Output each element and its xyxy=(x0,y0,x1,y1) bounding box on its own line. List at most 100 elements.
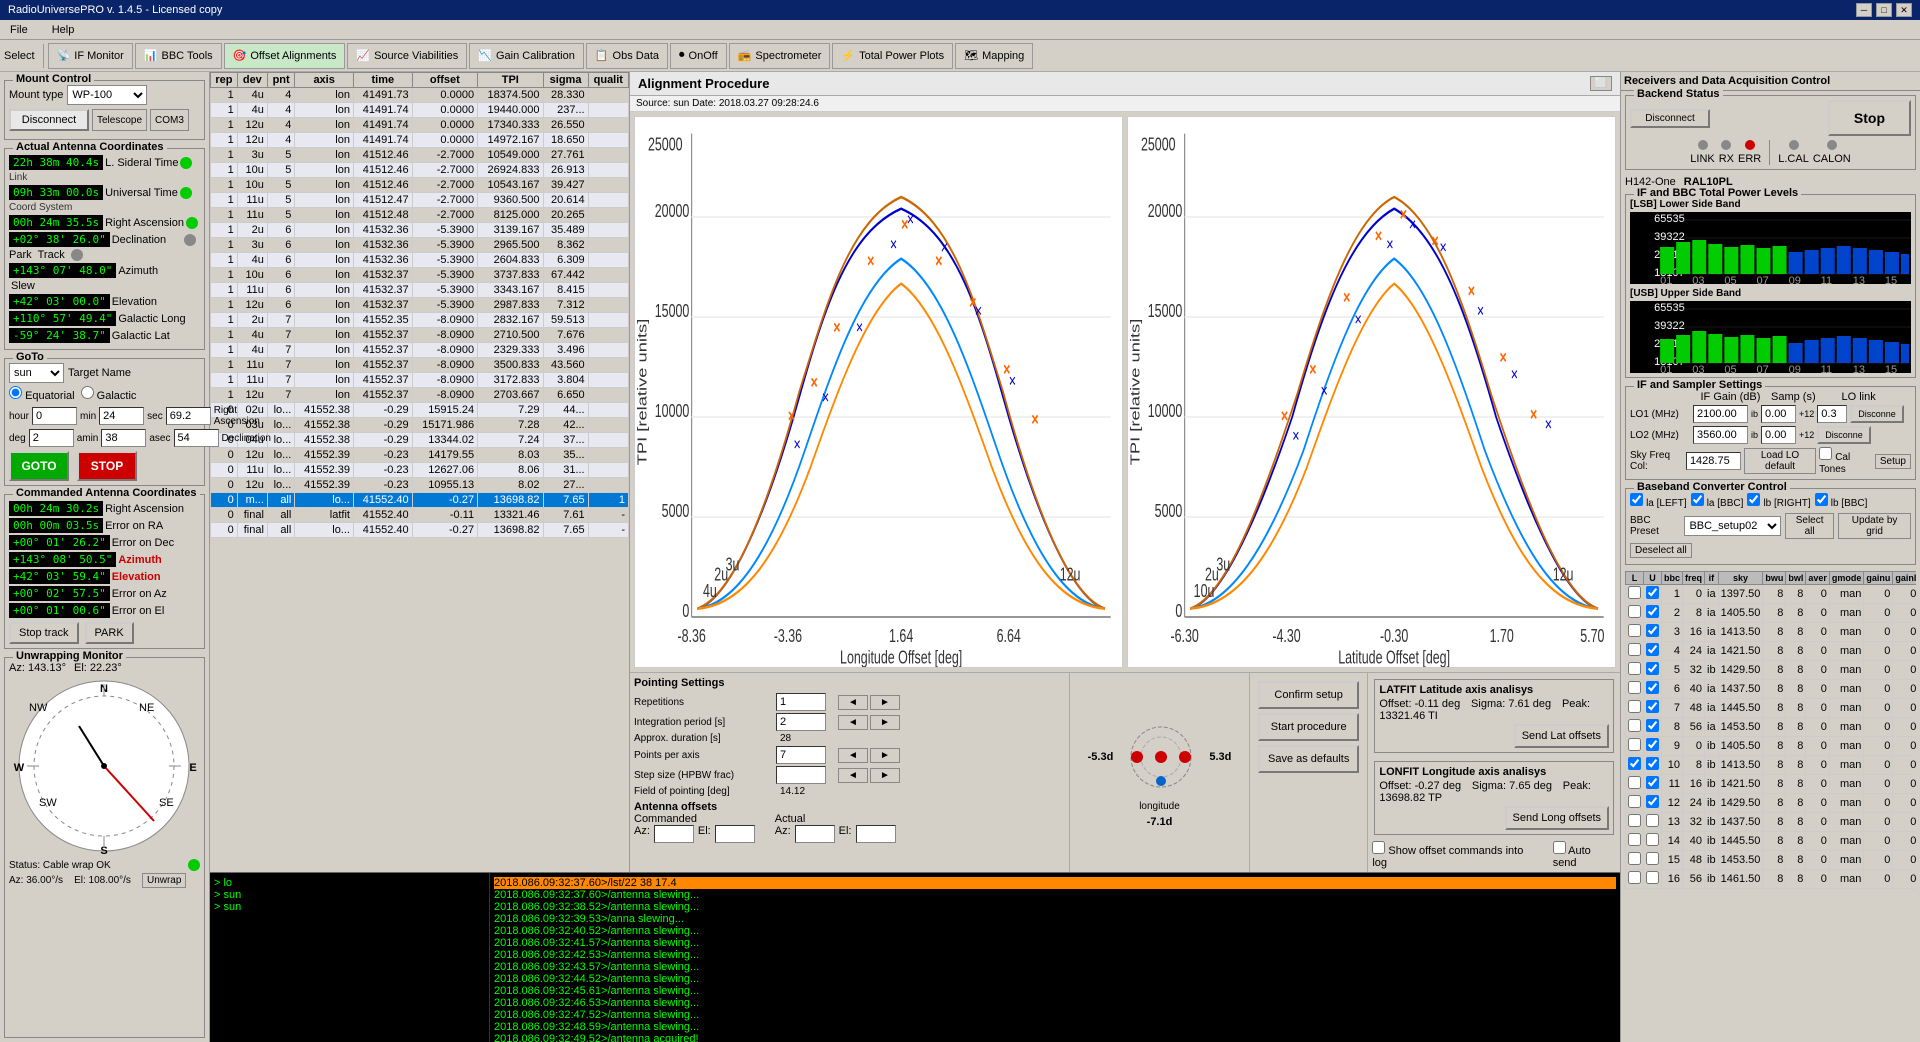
freq-row-checkbox[interactable] xyxy=(1646,662,1659,675)
freq-row-checkbox[interactable] xyxy=(1628,833,1641,846)
freq-row-checkbox[interactable] xyxy=(1646,738,1659,751)
goto-btn[interactable]: GOTO xyxy=(9,451,69,481)
freq-row-checkbox[interactable] xyxy=(1646,833,1659,846)
la-bbc-cb[interactable] xyxy=(1691,493,1704,506)
menu-help[interactable]: Help xyxy=(46,22,81,38)
stop-track-btn[interactable]: Stop track xyxy=(9,622,79,644)
maximize-chart-btn[interactable]: ⬜ xyxy=(1590,76,1612,91)
lo2-input[interactable] xyxy=(1693,426,1748,444)
step-inc-btn[interactable]: ► xyxy=(870,768,900,783)
freq-table-row[interactable]: 424ia1421.50880man00 xyxy=(1626,642,1917,661)
freq-row-checkbox[interactable] xyxy=(1628,662,1641,675)
deg-input[interactable] xyxy=(29,429,74,447)
pts-dec-btn[interactable]: ◄ xyxy=(838,748,868,763)
table-row[interactable]: 111u6lon41532.37-5.39003343.1678.415 xyxy=(211,283,629,298)
backend-disconnect-btn[interactable]: Disconnect xyxy=(1630,109,1710,128)
lo1-samp-input[interactable] xyxy=(1817,405,1847,423)
galactic-radio[interactable] xyxy=(81,386,94,399)
target-select[interactable]: sun xyxy=(9,363,64,383)
mount-type-select[interactable]: WP-100 xyxy=(67,85,147,105)
sec-input[interactable] xyxy=(166,407,211,425)
freq-table-row[interactable]: 90ib1405.50880man00 xyxy=(1626,737,1917,756)
freq-table-row[interactable]: 28ia1405.50880man00 xyxy=(1626,604,1917,623)
setup-btn[interactable]: Setup xyxy=(1875,454,1911,469)
freq-table-container[interactable]: L U bbc freq if sky bwu bwl aver gmode g… xyxy=(1625,571,1916,1040)
int-dec-btn[interactable]: ◄ xyxy=(838,715,868,730)
step-dec-btn[interactable]: ◄ xyxy=(838,768,868,783)
act-el-input[interactable] xyxy=(856,825,896,843)
send-long-btn[interactable]: Send Long offsets xyxy=(1505,806,1609,830)
total-power-plots-btn[interactable]: ⚡ Total Power Plots xyxy=(832,43,953,69)
table-row[interactable]: 14u7lon41552.37-8.09002329.3333.496 xyxy=(211,343,629,358)
show-offsets-cb[interactable] xyxy=(1372,841,1385,854)
freq-table-row[interactable]: 748ia1445.50880man00 xyxy=(1626,699,1917,718)
freq-table-row[interactable]: 532ib1429.50880man00 xyxy=(1626,661,1917,680)
table-row[interactable]: 012ulo...41552.39-0.2310955.138.0227... xyxy=(211,478,629,493)
table-row[interactable]: 13u5lon41512.46-2.700010549.00027.761 xyxy=(211,148,629,163)
table-row[interactable]: 0finalalllo...41552.40-0.2713698.827.65- xyxy=(211,523,629,538)
deselect-all-btn[interactable]: Deselect all xyxy=(1630,543,1692,558)
la-left-cb[interactable] xyxy=(1630,493,1643,506)
table-row[interactable]: 112u4lon41491.740.000017340.33326.550 xyxy=(211,118,629,133)
com3-btn[interactable]: COM3 xyxy=(150,109,189,131)
obs-data-btn[interactable]: 📋 Obs Data xyxy=(586,43,668,69)
table-row[interactable]: 110u6lon41532.37-5.39003737.83367.442 xyxy=(211,268,629,283)
window-controls[interactable]: ─ □ ✕ xyxy=(1856,3,1912,17)
mapping-btn[interactable]: 🗺 Mapping xyxy=(955,43,1033,69)
step-size-input[interactable] xyxy=(776,766,826,784)
freq-table-row[interactable]: 1548ib1453.50880man00 xyxy=(1626,851,1917,870)
table-row[interactable]: 14u7lon41552.37-8.09002710.5007.676 xyxy=(211,328,629,343)
freq-row-checkbox[interactable] xyxy=(1628,738,1641,751)
table-row[interactable]: 111u7lon41552.37-8.09003172.8333.804 xyxy=(211,373,629,388)
equatorial-radio[interactable] xyxy=(9,386,22,399)
freq-row-checkbox[interactable] xyxy=(1628,719,1641,732)
points-input[interactable] xyxy=(776,746,826,764)
data-table-scroll[interactable]: rep dev pnt axis time offset TPI sigma q… xyxy=(210,72,629,872)
freq-row-checkbox[interactable] xyxy=(1646,643,1659,656)
disconnect-btn[interactable]: Disconnect xyxy=(9,109,89,131)
load-lo-default-btn[interactable]: Load LO default xyxy=(1744,448,1816,474)
lo2-if-gain-input[interactable] xyxy=(1761,426,1796,444)
bbc-preset-select[interactable]: BBC_setup02 xyxy=(1684,516,1781,536)
spectrometer-btn[interactable]: 📻 Spectrometer xyxy=(729,43,831,69)
auto-send-cb[interactable] xyxy=(1553,841,1566,854)
freq-row-checkbox[interactable] xyxy=(1628,852,1641,865)
table-row[interactable]: 111u7lon41552.37-8.09003500.83343.560 xyxy=(211,358,629,373)
maximize-btn[interactable]: □ xyxy=(1876,3,1892,17)
integration-input[interactable] xyxy=(776,713,826,731)
stop-big-btn[interactable]: Stop xyxy=(1828,100,1911,136)
start-procedure-btn[interactable]: Start procedure xyxy=(1258,713,1359,741)
source-viabilities-btn[interactable]: 📈 Source Viabilities xyxy=(347,43,467,69)
table-row[interactable]: 112u7lon41552.37-8.09002703.6676.650 xyxy=(211,388,629,403)
freq-row-checkbox[interactable] xyxy=(1646,852,1659,865)
freq-table-row[interactable]: 1116ib1421.50880man00 xyxy=(1626,775,1917,794)
freq-row-checkbox[interactable] xyxy=(1646,776,1659,789)
if-monitor-btn[interactable]: 📡 IF Monitor xyxy=(48,43,133,69)
table-row[interactable]: 14u4lon41491.730.000018374.50028.330 xyxy=(211,88,629,103)
freq-row-checkbox[interactable] xyxy=(1646,814,1659,827)
gain-calibration-btn[interactable]: 📉 Gain Calibration xyxy=(469,43,584,69)
table-row[interactable]: 002ulo...41552.38-0.2915915.247.2944... xyxy=(211,403,629,418)
table-row[interactable]: 12u7lon41552.35-8.09002832.16759.513 xyxy=(211,313,629,328)
telescope-btn[interactable]: Telescope xyxy=(92,109,147,131)
freq-table-row[interactable]: 640ia1437.50880man00 xyxy=(1626,680,1917,699)
update-btn[interactable]: Update by grid xyxy=(1838,513,1911,539)
freq-row-checkbox[interactable] xyxy=(1628,814,1641,827)
pts-inc-btn[interactable]: ► xyxy=(870,748,900,763)
freq-row-checkbox[interactable] xyxy=(1628,871,1641,884)
select-all-btn[interactable]: Select all xyxy=(1785,513,1834,539)
freq-row-checkbox[interactable] xyxy=(1646,681,1659,694)
table-row[interactable]: 112u4lon41491.740.000014972.16718.650 xyxy=(211,133,629,148)
freq-table-row[interactable]: 1656ib1461.50880man00 xyxy=(1626,870,1917,889)
freq-row-checkbox[interactable] xyxy=(1628,700,1641,713)
lo2-disconne-btn[interactable]: Disconne xyxy=(1817,426,1871,444)
table-row[interactable]: 110u5lon41512.46-2.700026924.83326.913 xyxy=(211,163,629,178)
rep-dec-btn[interactable]: ◄ xyxy=(838,695,868,710)
freq-row-checkbox[interactable] xyxy=(1628,681,1641,694)
freq-row-checkbox[interactable] xyxy=(1628,757,1641,770)
send-lat-btn[interactable]: Send Lat offsets xyxy=(1514,724,1609,748)
freq-table-row[interactable]: 108ib1413.50880man00 xyxy=(1626,756,1917,775)
freq-row-checkbox[interactable] xyxy=(1646,586,1659,599)
menu-file[interactable]: File xyxy=(4,22,34,38)
freq-row-checkbox[interactable] xyxy=(1646,605,1659,618)
